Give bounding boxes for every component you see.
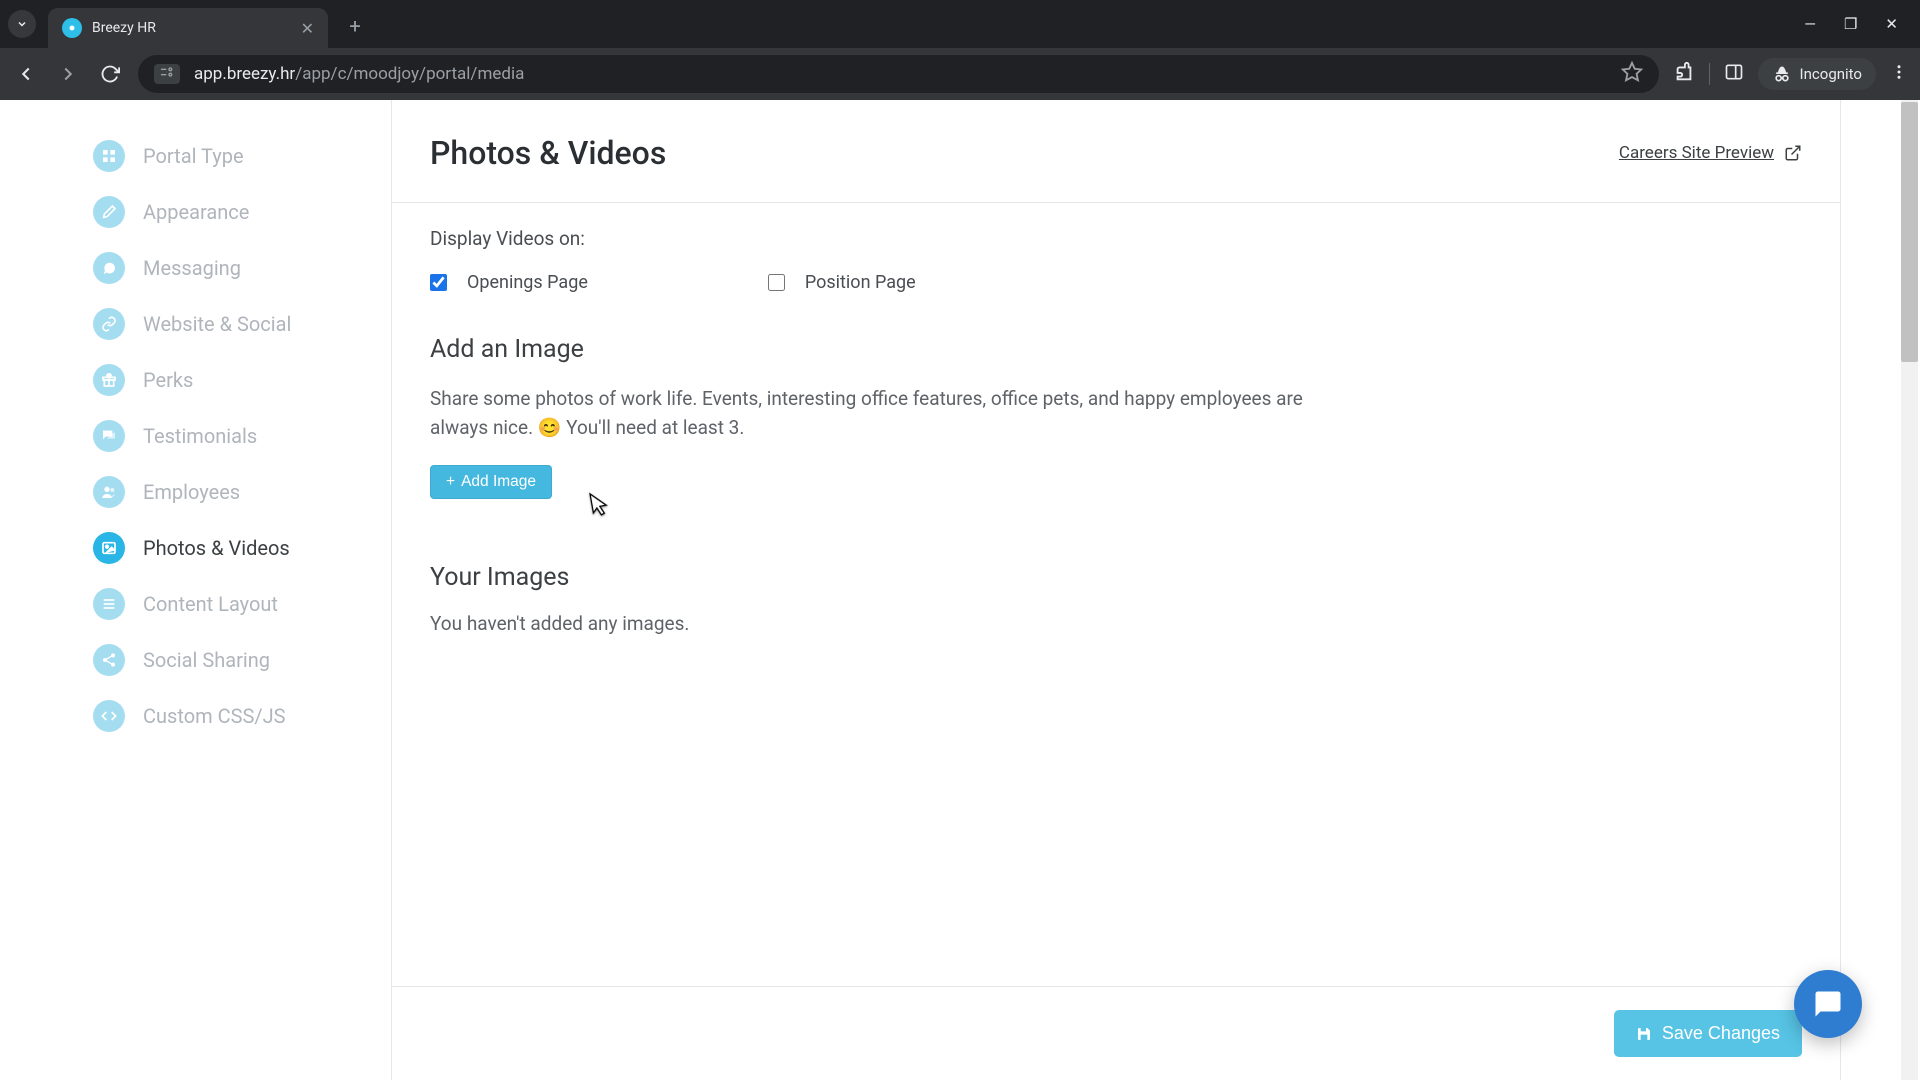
footer-bar: Save Changes bbox=[392, 986, 1840, 1080]
bookmark-icon[interactable] bbox=[1621, 61, 1643, 87]
sidebar: Portal Type Appearance Messaging Website… bbox=[79, 100, 391, 1080]
minimize-button[interactable]: — bbox=[1804, 15, 1816, 33]
careers-preview-link[interactable]: Careers Site Preview bbox=[1619, 143, 1802, 163]
window-controls: — ❐ ✕ bbox=[1804, 15, 1912, 33]
comments-icon bbox=[93, 420, 125, 452]
sidebar-item-website-social[interactable]: Website & Social bbox=[87, 296, 391, 352]
sidebar-item-custom-css-js[interactable]: Custom CSS/JS bbox=[87, 688, 391, 744]
address-bar[interactable]: app.breezy.hr/app/c/moodjoy/portal/media bbox=[138, 55, 1659, 93]
chat-bubble-icon bbox=[1813, 989, 1843, 1019]
your-images-heading: Your Images bbox=[430, 563, 1802, 592]
sidebar-item-portal-type[interactable]: Portal Type bbox=[87, 128, 391, 184]
sidebar-item-testimonials[interactable]: Testimonials bbox=[87, 408, 391, 464]
preview-link-label: Careers Site Preview bbox=[1619, 143, 1774, 163]
gift-icon bbox=[93, 364, 125, 396]
save-icon bbox=[1636, 1026, 1652, 1042]
tab-search-button[interactable] bbox=[8, 10, 36, 38]
close-window-button[interactable]: ✕ bbox=[1885, 15, 1898, 33]
content-header: Photos & Videos Careers Site Preview bbox=[392, 100, 1840, 202]
site-controls-icon[interactable] bbox=[154, 64, 180, 84]
openings-checkbox-input[interactable] bbox=[430, 274, 447, 291]
chat-fab[interactable] bbox=[1794, 970, 1862, 1038]
save-changes-button[interactable]: Save Changes bbox=[1614, 1010, 1802, 1057]
add-image-button-label: Add Image bbox=[461, 473, 536, 491]
scrollbar-thumb[interactable] bbox=[1901, 102, 1918, 362]
favicon-icon bbox=[62, 18, 82, 38]
sidebar-item-label: Website & Social bbox=[143, 312, 291, 336]
sidebar-item-label: Content Layout bbox=[143, 592, 278, 616]
chevron-down-icon bbox=[16, 18, 28, 30]
browser-toolbar: app.breezy.hr/app/c/moodjoy/portal/media… bbox=[0, 48, 1920, 100]
add-image-heading: Add an Image bbox=[430, 335, 1802, 364]
save-button-label: Save Changes bbox=[1662, 1023, 1780, 1044]
sidebar-item-label: Perks bbox=[143, 368, 193, 392]
new-tab-button[interactable]: + bbox=[340, 11, 370, 41]
sidebar-item-label: Messaging bbox=[143, 256, 241, 280]
openings-label: Openings Page bbox=[467, 272, 588, 293]
external-link-icon bbox=[1784, 144, 1802, 162]
titlebar: Breezy HR ✕ + — ❐ ✕ bbox=[0, 0, 1920, 48]
plus-icon: + bbox=[446, 473, 455, 491]
page-title: Photos & Videos bbox=[430, 134, 666, 172]
add-image-description: Share some photos of work life. Events, … bbox=[430, 384, 1350, 443]
page-viewport: Portal Type Appearance Messaging Website… bbox=[0, 100, 1920, 1080]
sidebar-item-label: Social Sharing bbox=[143, 648, 270, 672]
layout-icon bbox=[93, 588, 125, 620]
incognito-icon bbox=[1772, 64, 1792, 84]
browser-tab[interactable]: Breezy HR ✕ bbox=[48, 8, 328, 48]
sidebar-item-label: Custom CSS/JS bbox=[143, 704, 286, 728]
display-videos-label: Display Videos on: bbox=[430, 227, 1802, 250]
close-tab-button[interactable]: ✕ bbox=[301, 19, 314, 38]
position-checkbox-input[interactable] bbox=[768, 274, 785, 291]
sidebar-item-social-sharing[interactable]: Social Sharing bbox=[87, 632, 391, 688]
toolbar-divider bbox=[1709, 63, 1710, 85]
sidebar-item-label: Testimonials bbox=[143, 424, 257, 448]
openings-page-checkbox[interactable]: Openings Page bbox=[430, 272, 588, 293]
sidebar-item-label: Employees bbox=[143, 480, 240, 504]
menu-icon[interactable] bbox=[1890, 63, 1908, 85]
browser-chrome: Breezy HR ✕ + — ❐ ✕ app.breezy.hr/app/c/… bbox=[0, 0, 1920, 100]
sidebar-item-perks[interactable]: Perks bbox=[87, 352, 391, 408]
sidebar-item-content-layout[interactable]: Content Layout bbox=[87, 576, 391, 632]
code-icon bbox=[93, 700, 125, 732]
sidebar-item-label: Photos & Videos bbox=[143, 536, 290, 560]
extensions-icon[interactable] bbox=[1673, 61, 1695, 87]
forward-button[interactable] bbox=[54, 60, 82, 88]
display-videos-section: Display Videos on: Openings Page Positio… bbox=[392, 203, 1840, 643]
your-images-empty: You haven't added any images. bbox=[430, 612, 1802, 635]
grid-icon bbox=[93, 140, 125, 172]
sidebar-item-appearance[interactable]: Appearance bbox=[87, 184, 391, 240]
sidebar-item-messaging[interactable]: Messaging bbox=[87, 240, 391, 296]
people-icon bbox=[93, 476, 125, 508]
tab-title: Breezy HR bbox=[92, 20, 291, 36]
incognito-badge[interactable]: Incognito bbox=[1758, 58, 1876, 90]
back-button[interactable] bbox=[12, 60, 40, 88]
maximize-button[interactable]: ❐ bbox=[1844, 15, 1857, 33]
sidebar-item-label: Portal Type bbox=[143, 144, 244, 168]
sidebar-item-photos-videos[interactable]: Photos & Videos bbox=[87, 520, 391, 576]
image-icon bbox=[93, 532, 125, 564]
sidebar-item-employees[interactable]: Employees bbox=[87, 464, 391, 520]
url-text: app.breezy.hr/app/c/moodjoy/portal/media bbox=[194, 64, 524, 84]
vertical-scrollbar[interactable]: ▲ bbox=[1901, 100, 1918, 1080]
incognito-label: Incognito bbox=[1800, 65, 1862, 83]
sidepanel-icon[interactable] bbox=[1724, 62, 1744, 86]
brush-icon bbox=[93, 196, 125, 228]
link-icon bbox=[93, 308, 125, 340]
sidebar-item-label: Appearance bbox=[143, 200, 249, 224]
position-page-checkbox[interactable]: Position Page bbox=[768, 272, 916, 293]
reload-button[interactable] bbox=[96, 60, 124, 88]
add-image-button[interactable]: + Add Image bbox=[430, 465, 552, 499]
position-label: Position Page bbox=[805, 272, 916, 293]
content-panel: Photos & Videos Careers Site Preview Dis… bbox=[391, 100, 1841, 1080]
share-icon bbox=[93, 644, 125, 676]
chat-icon bbox=[93, 252, 125, 284]
